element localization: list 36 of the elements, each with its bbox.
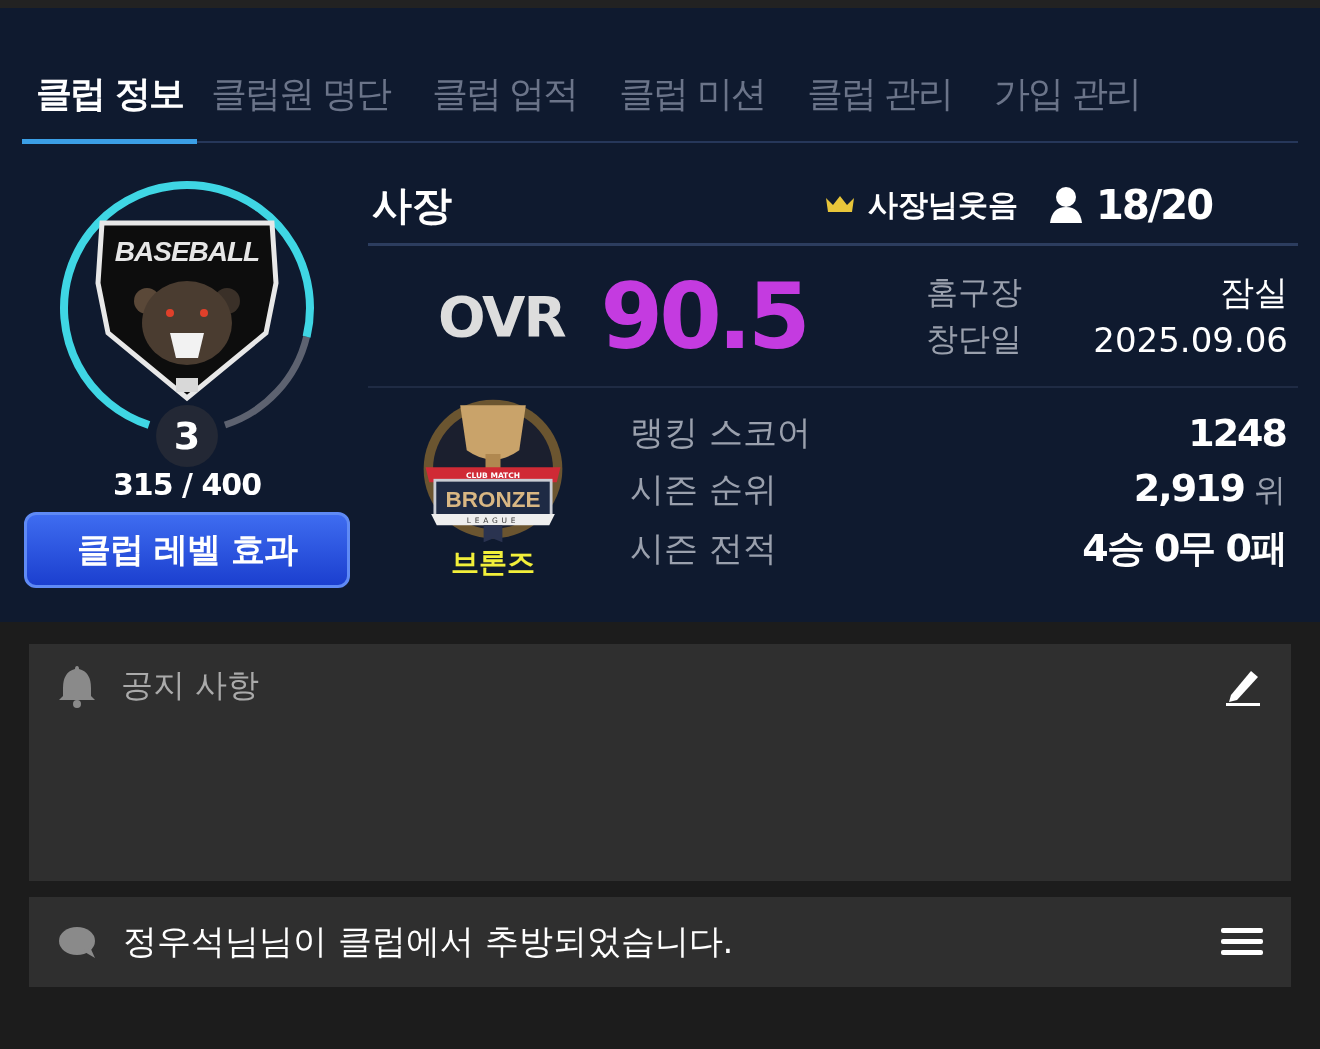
stat-label: 시즌 순위 bbox=[630, 467, 777, 511]
ovr-value: 90.5 bbox=[600, 263, 807, 369]
ovr-label: OVR bbox=[438, 283, 565, 349]
member-count: 18/20 bbox=[1096, 182, 1212, 228]
role-title: 사장 bbox=[372, 180, 452, 230]
stat-unit: 위 bbox=[1254, 470, 1286, 511]
tab[interactable]: 클럽 미션 bbox=[605, 58, 779, 144]
chat-bubble-icon bbox=[57, 925, 97, 959]
league-label: 브론즈 bbox=[451, 545, 535, 581]
info-label: 창단일 bbox=[926, 319, 1022, 360]
experience-count: 315 / 400 bbox=[112, 467, 262, 502]
person-icon bbox=[1048, 185, 1085, 225]
stat-label: 시즌 전적 bbox=[630, 526, 777, 570]
stat-value: 4승 0무 0패 bbox=[1082, 525, 1286, 572]
tab[interactable]: 클럽 정보 bbox=[22, 58, 197, 144]
league-subtitle-text: LEAGUE bbox=[466, 516, 520, 526]
owner-name: 사장님웃음 bbox=[868, 185, 1019, 224]
emblem-text: BASEBALL bbox=[114, 236, 260, 267]
stat-value: 1248 bbox=[1188, 411, 1286, 455]
info-label: 홈구장 bbox=[926, 272, 1022, 313]
message-text: 정우석님님이 클럽에서 추방되었습니다. bbox=[123, 920, 734, 963]
stat-value: 2,919 bbox=[1133, 466, 1244, 510]
info-value: 잠실 bbox=[1220, 271, 1288, 314]
league-name-text: BRONZE bbox=[445, 487, 541, 513]
league-banner-text: CLUB MATCH bbox=[466, 471, 520, 481]
menu-icon[interactable] bbox=[1221, 926, 1263, 958]
notice-title: 공지 사항 bbox=[121, 665, 260, 706]
stat-label: 랭킹 스코어 bbox=[630, 411, 811, 454]
level-badge: 3 bbox=[156, 405, 218, 467]
bell-icon bbox=[57, 664, 97, 708]
level-effect-button[interactable]: 클럽 레벨 효과 bbox=[24, 512, 350, 588]
info-value: 2025.09.06 bbox=[1093, 320, 1288, 360]
tab[interactable]: 클럽원 명단 bbox=[196, 58, 404, 144]
tab[interactable]: 클럽 관리 bbox=[792, 58, 967, 144]
tab[interactable]: 가입 관리 bbox=[980, 58, 1154, 144]
tab[interactable]: 클럽 업적 bbox=[418, 58, 592, 144]
